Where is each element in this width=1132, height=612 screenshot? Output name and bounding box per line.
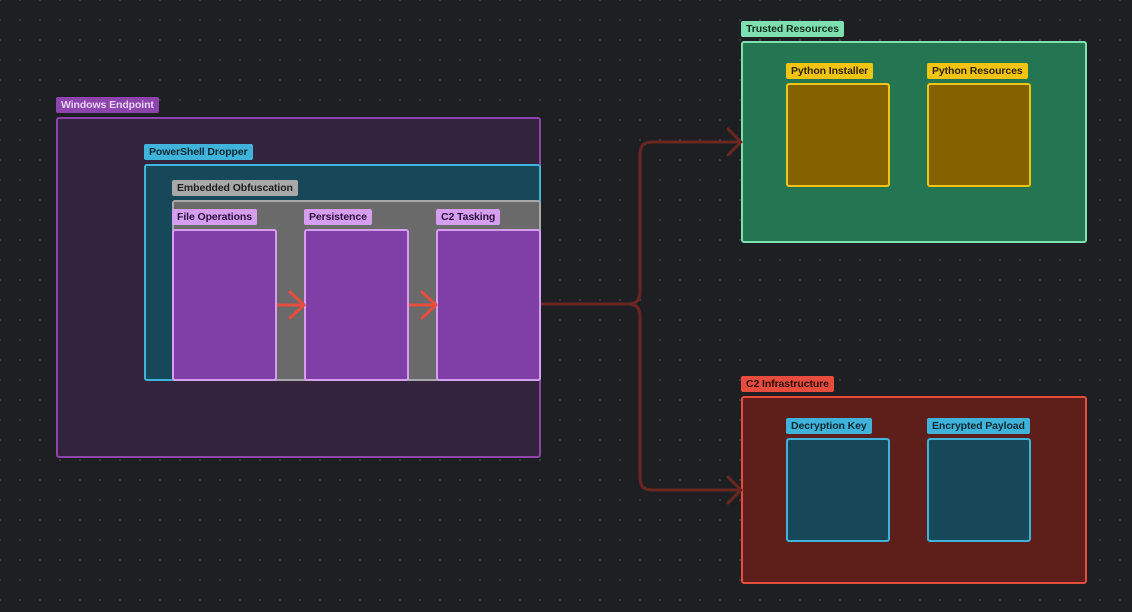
decryption-key-label: Decryption Key	[786, 418, 872, 434]
powershell-dropper-label: PowerShell Dropper	[144, 144, 253, 160]
encrypted-payload-node[interactable]	[927, 438, 1031, 542]
windows-endpoint-label: Windows Endpoint	[56, 97, 159, 113]
python-installer-label: Python Installer	[786, 63, 874, 79]
c2-tasking-label: C2 Tasking	[436, 209, 501, 225]
file-operations-node[interactable]	[172, 229, 277, 381]
embedded-obfuscation-label: Embedded Obfuscation	[172, 180, 298, 196]
persistence-label: Persistence	[304, 209, 372, 225]
encrypted-payload-label: Encrypted Payload	[927, 418, 1030, 434]
wire-c2-tasking-to-trusted-resources	[541, 127, 743, 306]
python-installer-node[interactable]	[786, 83, 890, 187]
python-resources-label: Python Resources	[927, 63, 1028, 79]
file-operations-label: File Operations	[172, 209, 257, 225]
python-resources-node[interactable]	[927, 83, 1031, 187]
c2-tasking-node[interactable]	[436, 229, 541, 381]
wire-c2-tasking-to-c2-infrastructure	[541, 302, 743, 505]
trusted-resources-label: Trusted Resources	[741, 21, 844, 37]
persistence-node[interactable]	[304, 229, 409, 381]
c2-infrastructure-label: C2 Infrastructure	[741, 376, 834, 392]
decryption-key-node[interactable]	[786, 438, 890, 542]
